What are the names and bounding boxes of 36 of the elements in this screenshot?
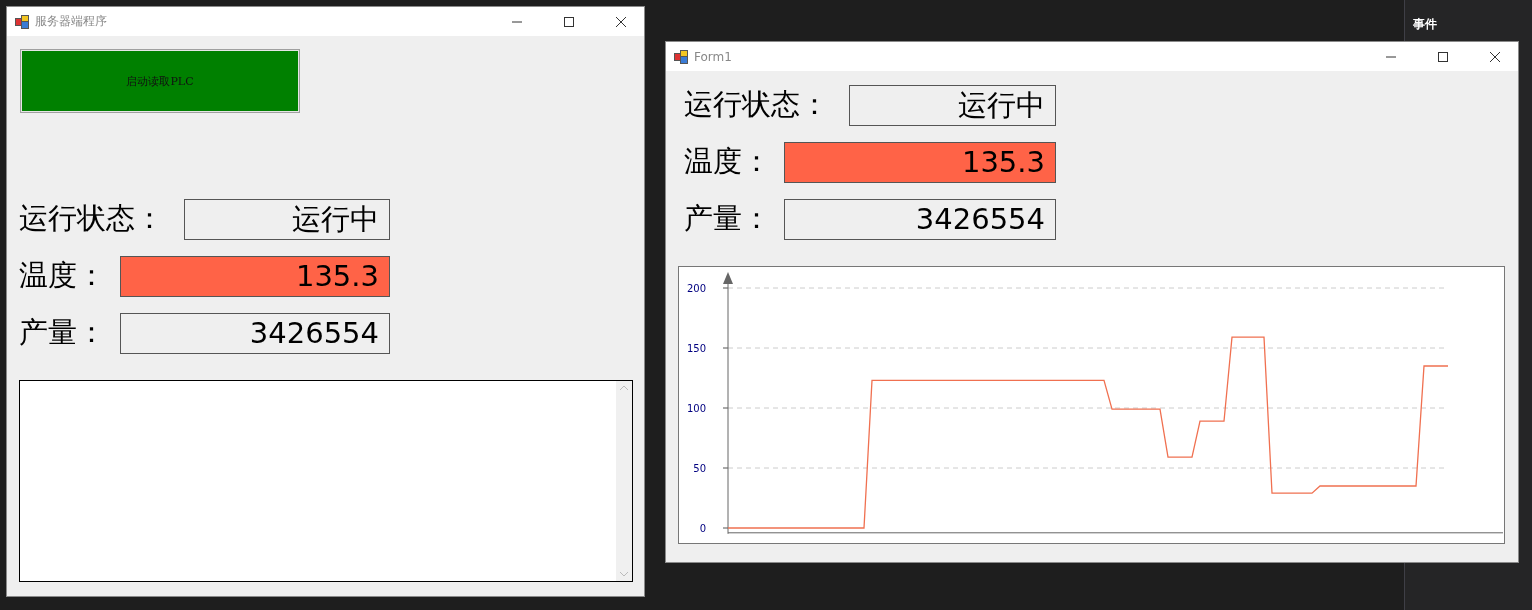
app-icon — [15, 14, 29, 29]
close-icon — [616, 16, 626, 27]
value-field: 135.3 — [784, 141, 1056, 183]
y-tick-label: 150 — [686, 342, 706, 354]
window-title: Form1 — [694, 49, 733, 64]
value-field: 135.3 — [120, 255, 390, 297]
y-tick-label: 50 — [693, 462, 706, 474]
scroll-down-icon — [620, 572, 628, 577]
maximize-icon — [1438, 51, 1448, 62]
value-field: 3426554 — [784, 198, 1056, 240]
tick-mark — [722, 467, 729, 469]
tick-mark — [722, 527, 729, 529]
scrollbar[interactable] — [616, 381, 632, 581]
y-tick-label: 200 — [686, 282, 706, 294]
y-tick-label: 0 — [699, 522, 706, 534]
field-label: 温度： — [19, 257, 106, 294]
tick-mark — [722, 347, 729, 349]
panel-header: 事件 — [1413, 16, 1437, 33]
tick-mark — [722, 287, 729, 289]
start-button[interactable]: 启动读取PLC — [20, 49, 300, 113]
value-field: 3426554 — [120, 312, 390, 354]
value-field: 运行中 — [849, 84, 1056, 126]
maximize-icon — [564, 16, 574, 27]
field-label: 产量： — [684, 200, 771, 237]
window-title: 服务器端程序 — [35, 13, 108, 30]
field-label: 产量： — [19, 314, 106, 351]
tick-mark — [722, 407, 729, 409]
app-icon — [674, 49, 688, 64]
y-tick-label: 100 — [686, 402, 706, 414]
field-label: 运行状态： — [19, 200, 164, 237]
field-label: 运行状态： — [684, 86, 829, 123]
value-field: 运行中 — [184, 198, 390, 240]
field-label: 温度： — [684, 143, 771, 180]
scroll-up-icon — [620, 385, 628, 390]
log-text-area[interactable] — [19, 380, 633, 582]
close-icon — [1490, 51, 1500, 62]
